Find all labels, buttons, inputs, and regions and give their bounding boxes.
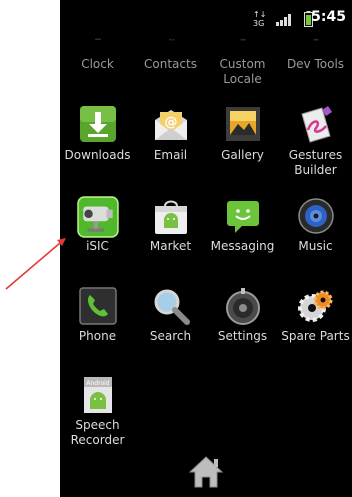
music-icon	[297, 198, 334, 234]
app-gestures-builder[interactable]: Gestures Builder	[279, 104, 352, 180]
app-label: Messaging	[210, 239, 275, 253]
app-messaging[interactable]: Messaging	[206, 196, 279, 256]
app-clock[interactable]: Clock	[61, 38, 134, 82]
app-phone[interactable]: Phone	[61, 286, 134, 346]
app-music[interactable]: Music	[279, 196, 352, 256]
gestures-builder-icon	[300, 106, 332, 143]
phone-icon	[78, 287, 117, 325]
search-icon	[154, 289, 190, 325]
app-isic[interactable]: iSIC	[61, 196, 134, 256]
app-spare-parts[interactable]: Spare Parts	[279, 286, 352, 346]
app-label: Downloads	[64, 148, 131, 162]
messaging-icon	[226, 201, 259, 233]
app-label: Speech Recorder	[70, 418, 125, 447]
market-icon	[154, 200, 187, 234]
downloads-icon	[79, 106, 116, 142]
contacts-icon	[168, 39, 174, 41]
app-downloads[interactable]: Downloads	[61, 104, 134, 180]
app-gallery[interactable]: Gallery	[206, 104, 279, 180]
custom-locale-icon	[240, 39, 245, 41]
app-dev-tools[interactable]: Dev Tools	[279, 38, 352, 82]
app-label: Contacts	[144, 57, 197, 71]
app-market[interactable]: Market	[134, 196, 207, 256]
app-contacts[interactable]: Contacts	[134, 38, 207, 82]
svg-text:@: @	[164, 115, 177, 130]
email-icon: @	[154, 110, 187, 140]
app-label: Market	[149, 239, 192, 253]
app-label: Dev Tools	[286, 57, 345, 71]
app-email[interactable]: @ Email	[134, 104, 207, 180]
app-label: Gallery	[221, 148, 264, 162]
clock-icon	[94, 38, 101, 40]
svg-text:Android: Android	[86, 380, 109, 387]
app-label: Email	[153, 148, 188, 162]
app-label: Music	[298, 239, 333, 253]
app-speech-recorder[interactable]: Android Speech Recorder	[61, 375, 134, 450]
settings-icon	[225, 288, 260, 325]
speech-recorder-icon: Android	[83, 377, 112, 413]
app-label: Gestures Builder	[288, 148, 343, 177]
app-label: iSIC	[86, 239, 109, 253]
dev-tools-icon	[313, 39, 318, 41]
home-icon[interactable]	[188, 455, 224, 489]
app-drawer: Clock Contacts Custom Locale Dev Tools D…	[60, 0, 352, 497]
app-search[interactable]: Search	[134, 286, 207, 346]
app-label: Clock	[81, 57, 114, 71]
app-custom-locale[interactable]: Custom Locale	[206, 38, 279, 90]
isic-icon	[76, 196, 119, 238]
app-label: Custom Locale	[219, 57, 266, 86]
app-label: Settings	[217, 329, 268, 343]
phone-screen: ↑↓ 3G 5:45 Clock Contacts Custom Locale …	[60, 0, 352, 497]
gallery-icon	[225, 107, 260, 141]
app-label: Search	[149, 329, 192, 343]
app-label: Phone	[78, 329, 117, 343]
spare-parts-icon	[297, 290, 332, 322]
app-label: Spare Parts	[281, 329, 350, 343]
app-settings[interactable]: Settings	[206, 286, 279, 346]
